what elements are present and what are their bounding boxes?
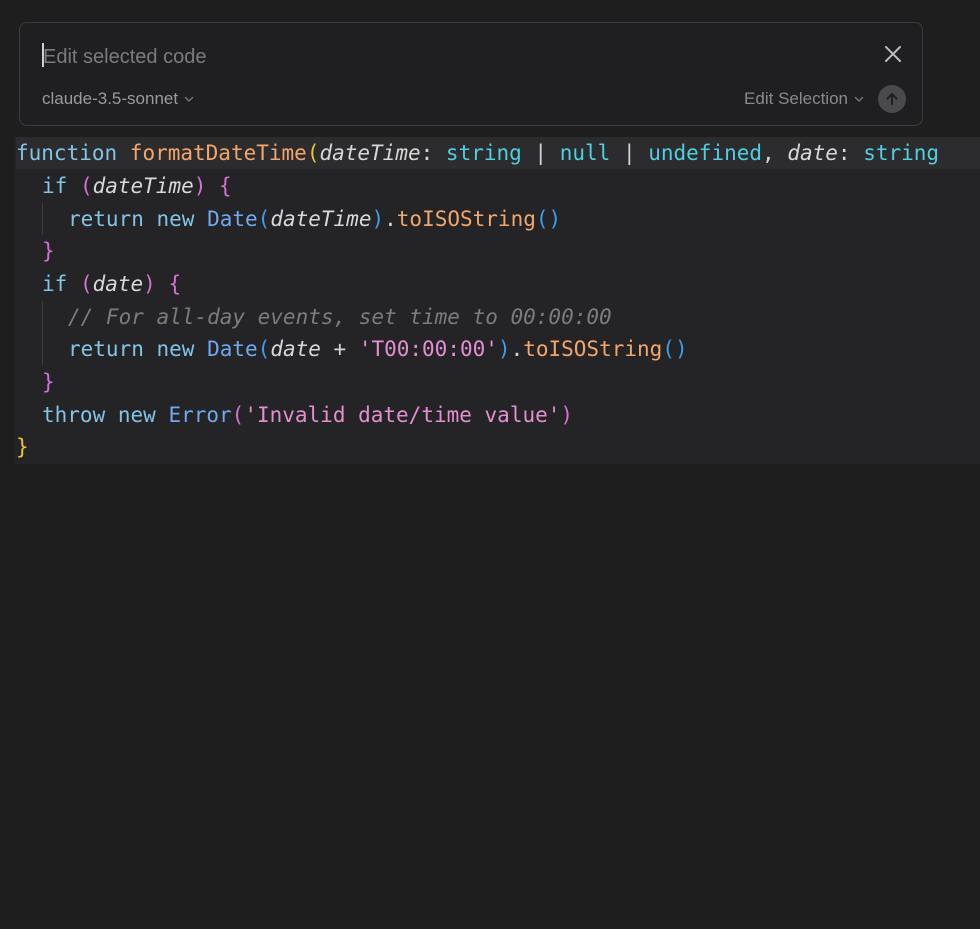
code-token: ( [79, 272, 93, 296]
code-token: ) [371, 207, 385, 231]
code-line: } [42, 235, 55, 267]
submit-button[interactable] [878, 85, 906, 113]
code-token: date [270, 337, 321, 361]
code-token: dateTime [270, 207, 372, 231]
code-token: Date [207, 337, 258, 361]
code-token: ) [193, 174, 220, 198]
mode-name: Edit Selection [744, 89, 848, 108]
code-token: return new [68, 207, 208, 231]
code-token: ) [143, 272, 169, 296]
edit-prompt-panel: claude-3.5-sonnet Edit Selection [19, 22, 923, 126]
model-name: claude-3.5-sonnet [42, 89, 179, 108]
code-token: undefined [648, 141, 763, 165]
code-token: | [610, 141, 649, 165]
text-caret [42, 43, 44, 67]
code-token: | [521, 141, 560, 165]
code-line: if (date) { [42, 268, 181, 300]
code-token: ( [306, 141, 320, 165]
code-token: null [559, 141, 611, 165]
code-token: } [16, 435, 29, 459]
code-token: string [863, 141, 940, 165]
code-token: date [92, 272, 144, 296]
code-token: () [662, 337, 688, 361]
code-token: toISOString [523, 337, 663, 361]
chevron-down-icon [184, 96, 194, 102]
code-token: ( [257, 207, 271, 231]
code-token: ) [560, 403, 574, 427]
code-token: dateTime [92, 174, 194, 198]
code-line: } [42, 366, 55, 398]
code-line: function formatDateTime(dateTime: string… [16, 137, 980, 169]
code-token: ( [79, 174, 93, 198]
arrow-up-icon [886, 93, 898, 105]
code-token: { [168, 272, 182, 296]
code-token: + [320, 337, 359, 361]
close-button[interactable] [880, 41, 906, 67]
close-icon [885, 46, 901, 62]
code-token: , [762, 141, 788, 165]
code-token: ) [497, 337, 511, 361]
code-comment: // For all-day events, set time to 00:00… [68, 305, 612, 329]
chevron-down-icon [854, 96, 864, 102]
code-token: 'Invalid date/time value' [244, 403, 561, 427]
code-line: return new Date(dateTime).toISOString() [68, 203, 561, 235]
mode-selector[interactable]: Edit Selection [744, 87, 864, 111]
edit-prompt-input[interactable] [41, 41, 845, 73]
code-token: string [445, 141, 522, 165]
code-token: : [837, 141, 864, 165]
indent-guide [42, 333, 43, 365]
code-token: . [510, 337, 524, 361]
code-token: Error [168, 403, 232, 427]
code-token: return new [68, 337, 208, 361]
code-line: throw new Error('Invalid date/time value… [42, 399, 573, 431]
indent-guide [42, 301, 43, 333]
code-token: } [42, 370, 55, 394]
indent-guide [42, 203, 43, 235]
code-token: Date [207, 207, 258, 231]
code-token: ( [257, 337, 271, 361]
model-selector[interactable]: claude-3.5-sonnet [42, 87, 194, 111]
code-token: toISOString [396, 207, 536, 231]
code-token: : [420, 141, 446, 165]
code-token: . [384, 207, 397, 231]
code-token: () [535, 207, 562, 231]
code-token: dateTime [319, 141, 421, 165]
code-token: date [787, 141, 838, 165]
code-line: if (dateTime) { [42, 170, 232, 202]
code-token: ( [231, 403, 245, 427]
code-token: { [219, 174, 232, 198]
code-token: if [42, 272, 80, 296]
code-token: 'T00:00:00' [358, 337, 498, 361]
code-line: // For all-day events, set time to 00:00… [68, 301, 612, 333]
code-line: } [16, 431, 29, 463]
code-line: return new Date(date + 'T00:00:00').toIS… [68, 333, 688, 365]
code-token: throw new [42, 403, 169, 427]
code-editor[interactable]: function formatDateTime(dateTime: string… [14, 137, 980, 464]
code-token: function [16, 141, 130, 165]
code-token: } [42, 239, 55, 263]
code-token: formatDateTime [129, 141, 307, 165]
code-token: if [42, 174, 80, 198]
